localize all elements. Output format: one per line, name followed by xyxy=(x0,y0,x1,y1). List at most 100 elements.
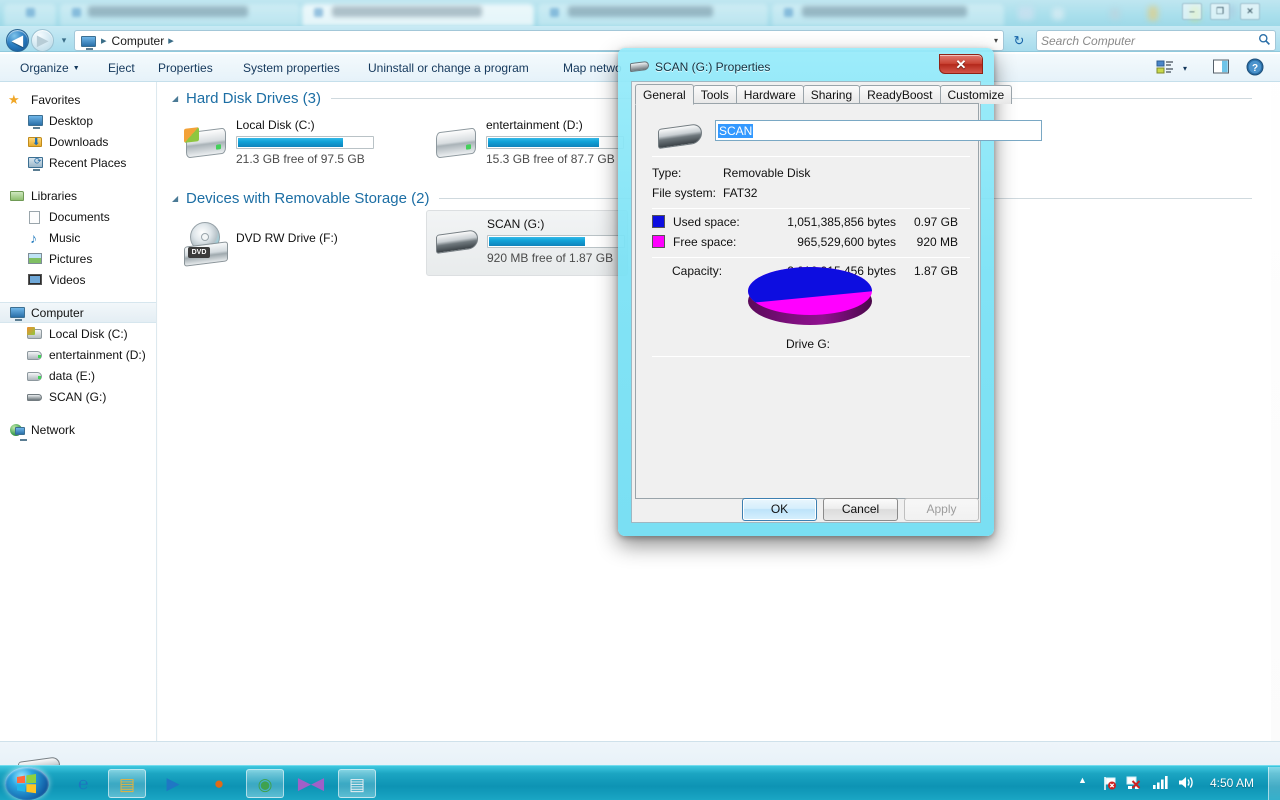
properties-button[interactable]: Properties xyxy=(150,54,221,82)
show-hidden-icons-button[interactable]: ▲ xyxy=(1078,775,1087,785)
show-desktop-button[interactable] xyxy=(1268,767,1280,800)
taskbar-windows-explorer-icon[interactable]: ▤ xyxy=(108,769,146,798)
drive-free-space: 920 MB free of 1.87 GB xyxy=(487,251,614,265)
hard-disk-icon xyxy=(26,347,44,363)
libraries-icon xyxy=(8,188,26,204)
preview-pane-button[interactable] xyxy=(1212,58,1234,79)
collapse-triangle-icon[interactable]: ◢ xyxy=(172,194,184,203)
uninstall-program-button[interactable]: Uninstall or change a program xyxy=(360,54,537,82)
close-icon[interactable]: ✕ xyxy=(939,54,983,74)
drive-tile-local-disk-c[interactable]: Local Disk (C:) 21.3 GB free of 97.5 GB xyxy=(176,112,376,174)
drive-tile-scan-g[interactable]: SCAN (G:) 920 MB free of 1.87 GB xyxy=(426,210,628,276)
background-tab-favicon xyxy=(26,8,35,17)
volume-label-input[interactable]: SCAN xyxy=(715,120,1042,141)
sidebar-item-local-disk-c[interactable]: Local Disk (C:) xyxy=(0,323,156,344)
change-view-button[interactable] xyxy=(1155,58,1177,79)
desktop-icon xyxy=(26,113,44,129)
search-placeholder: Search Computer xyxy=(1041,33,1136,48)
tab-customize[interactable]: Customize xyxy=(939,85,1013,104)
pie-slice-used-space xyxy=(748,267,872,304)
taskbar[interactable]: ℮ ▤ ▶ ● ◉ ▶◀ ▤ ▲ 4:50 AM xyxy=(0,765,1280,800)
breadcrumb-separator-trailing[interactable]: ▸ xyxy=(168,34,174,47)
taskbar-internet-explorer-icon[interactable]: ℮ xyxy=(64,769,102,798)
clock[interactable]: 4:50 AM xyxy=(1210,776,1254,790)
sidebar-item-desktop[interactable]: Desktop xyxy=(0,110,156,131)
ok-button[interactable]: OK xyxy=(742,498,817,521)
organize-button[interactable]: Organize ▼ xyxy=(12,54,88,82)
sidebar-item-favorites[interactable]: ★ Favorites xyxy=(0,89,156,110)
speaker-icon[interactable] xyxy=(1178,775,1194,793)
sidebar-item-label: Recent Places xyxy=(49,155,127,170)
sidebar-item-computer[interactable]: Computer xyxy=(0,302,156,323)
group-title: Hard Disk Drives (3) xyxy=(186,89,322,107)
sidebar-item-data-e[interactable]: data (E:) xyxy=(0,365,156,386)
chevron-down-icon[interactable]: ▾ xyxy=(994,36,998,45)
drive-tile-dvd-rw-f[interactable]: DVD DVD RW Drive (F:) xyxy=(176,212,376,274)
sidebar-item-recent-places[interactable]: ⟳ Recent Places xyxy=(0,152,156,173)
taskbar-media-player-classic-icon[interactable]: ▶◀ xyxy=(292,769,330,798)
sidebar-item-scan-g[interactable]: SCAN (G:) xyxy=(0,386,156,407)
back-button[interactable]: ◀ xyxy=(6,29,29,52)
divider xyxy=(652,257,970,258)
chevron-down-icon: ▼ xyxy=(72,65,80,72)
volume-icon xyxy=(1179,777,1193,788)
drive-tile-entertainment-d[interactable]: entertainment (D:) 15.3 GB free of 87.7 … xyxy=(426,112,626,174)
sidebar-item-label: Favorites xyxy=(31,92,81,107)
breadcrumb-computer[interactable]: Computer xyxy=(112,34,165,48)
signal-bars-icon[interactable] xyxy=(1152,775,1169,792)
dialog-title-bar[interactable]: SCAN (G:) Properties xyxy=(630,56,770,78)
drive-usage-fill xyxy=(238,138,343,147)
tab-readyboost[interactable]: ReadyBoost xyxy=(859,85,941,104)
sidebar-item-network[interactable]: Network xyxy=(0,419,156,441)
taskbar-firefox-icon[interactable]: ● xyxy=(200,769,238,798)
taskbar-chrome-icon[interactable]: ◉ xyxy=(246,769,284,798)
dialog-title-text: SCAN (G:) Properties xyxy=(655,60,771,74)
recent-pages-button[interactable]: ▾ xyxy=(58,35,70,47)
tab-tools[interactable]: Tools xyxy=(692,85,737,104)
taskbar-notepad-icon[interactable]: ▤ xyxy=(338,769,376,798)
sidebar-item-pictures[interactable]: Pictures xyxy=(0,248,156,269)
dialog-tabstrip[interactable]: General Tools Hardware Sharing ReadyBoos… xyxy=(635,84,1013,105)
taskbar-media-player-icon[interactable]: ▶ xyxy=(154,769,192,798)
help-button[interactable]: ? xyxy=(1246,58,1268,79)
sidebar-item-documents[interactable]: Documents xyxy=(0,206,156,227)
type-value: Removable Disk xyxy=(723,166,811,180)
sidebar-item-label: Computer xyxy=(31,305,84,320)
sidebar-item-music[interactable]: ♪ Music xyxy=(0,227,156,248)
windows-hard-disk-icon xyxy=(182,120,230,168)
tab-sharing[interactable]: Sharing xyxy=(802,85,861,104)
sidebar-item-label: entertainment (D:) xyxy=(49,347,146,362)
refresh-button[interactable]: ↻ xyxy=(1008,30,1030,51)
cancel-button[interactable]: Cancel xyxy=(823,498,898,521)
collapse-triangle-icon[interactable]: ◢ xyxy=(172,94,184,103)
network-error-icon[interactable] xyxy=(1126,775,1142,794)
sidebar-item-videos[interactable]: Videos xyxy=(0,269,156,290)
properties-dialog[interactable]: SCAN (G:) Properties ✕ General Tools Har… xyxy=(618,48,1042,536)
tab-general[interactable]: General xyxy=(635,84,694,105)
system-tray[interactable]: ▲ 4:50 AM xyxy=(1060,766,1280,800)
eject-button[interactable]: Eject xyxy=(100,54,143,82)
media-player-classic-glyph: ▶◀ xyxy=(297,774,325,793)
pictures-icon xyxy=(26,251,44,267)
sidebar-item-label: Network xyxy=(31,422,76,437)
background-tab-favicon xyxy=(72,8,81,17)
background-tab-label xyxy=(802,6,967,17)
drive-free-space: 21.3 GB free of 97.5 GB xyxy=(236,152,365,166)
group-title: Devices with Removable Storage (2) xyxy=(186,189,430,207)
navigation-pane[interactable]: ★ Favorites Desktop ⬇ Downloads ⟳ Recent… xyxy=(0,82,157,741)
recent-places-icon: ⟳ xyxy=(26,155,44,171)
system-properties-button[interactable]: System properties xyxy=(235,54,348,82)
tab-hardware[interactable]: Hardware xyxy=(735,85,804,104)
drive-name: entertainment (D:) xyxy=(486,118,583,132)
background-toolbar-icon xyxy=(1148,6,1158,21)
change-view-dropdown[interactable]: ▾ xyxy=(1178,58,1192,79)
search-input[interactable]: Search Computer xyxy=(1036,30,1276,51)
apply-button: Apply xyxy=(904,498,979,521)
forward-button[interactable]: ▶ xyxy=(31,29,54,52)
sidebar-item-downloads[interactable]: ⬇ Downloads xyxy=(0,131,156,152)
windows-logo-icon xyxy=(17,774,36,794)
action-center-flag-icon[interactable] xyxy=(1102,775,1118,794)
sidebar-item-libraries[interactable]: Libraries xyxy=(0,185,156,206)
windows-start-orb-icon[interactable] xyxy=(5,767,49,800)
sidebar-item-entertainment-d[interactable]: entertainment (D:) xyxy=(0,344,156,365)
